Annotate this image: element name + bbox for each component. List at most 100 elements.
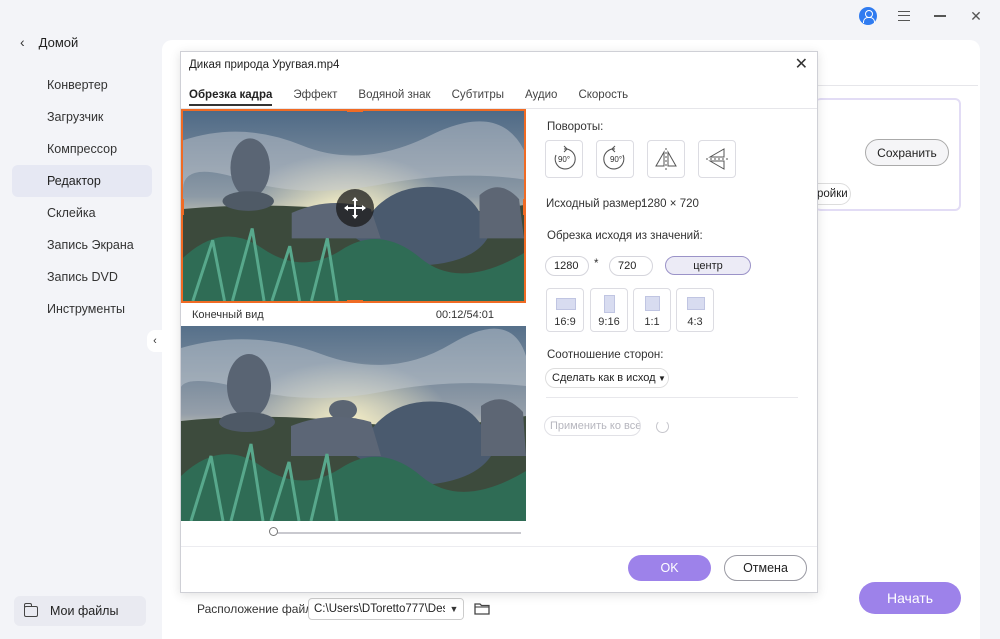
flip-vertical-icon [706,148,728,170]
ratio-shape [687,297,705,310]
dialog-close-button[interactable]: ✕ [795,57,808,73]
background-settings-button[interactable]: ройки [815,183,851,205]
my-files-label: Мои файлы [50,604,119,618]
start-button[interactable]: Начать [859,582,961,614]
tab-audio[interactable]: Аудио [525,89,557,106]
menu-icon [898,11,910,21]
home-label: Домой [38,34,79,50]
sidebar-item-tools[interactable]: Инструменты [12,293,152,325]
close-window-button[interactable]: ✕ [966,6,986,26]
apply-to-all-label: Применить ко всем [550,420,641,432]
ratio-1-1-button[interactable]: 1:1 [633,288,671,332]
tab-subtitles[interactable]: Субтитры [452,89,504,106]
my-files-button[interactable]: Мои файлы [14,596,146,626]
chevron-left-icon: ‹ [20,34,25,50]
times-sign: * [594,258,599,270]
ratio-shape [556,298,576,310]
sidebar-nav: Конвертер Загрузчик Компрессор Редактор … [12,69,152,325]
source-size-label: Исходный размер: [546,198,645,210]
tab-speed[interactable]: Скорость [578,89,628,106]
minimize-icon [934,15,946,17]
background-save-button[interactable]: Сохранить [865,139,949,166]
rotate-left-button[interactable]: 90° [596,140,634,178]
rotate-right-button[interactable]: 90° [545,140,583,178]
rotate-left-text: 90° [610,155,622,164]
ratio-label: 1:1 [644,316,660,328]
reset-icon [656,420,669,433]
source-size-value: 1280 × 720 [641,198,699,210]
cancel-button[interactable]: Отмена [724,555,807,581]
crop-dialog: Дикая природа Уругвая.mp4 ✕ Обрезка кадр… [180,51,818,593]
window-controls: ✕ [858,6,986,26]
crop-handle-top[interactable] [347,111,363,112]
timeline-track[interactable] [273,532,521,534]
ratio-label: 9:16 [598,316,620,328]
final-view-label: Конечный вид [192,309,264,321]
final-view-bar: Конечный вид 00:12/54:01 [181,304,526,326]
aspect-ratio-label: Соотношение сторон: [547,349,664,361]
dialog-tabs: Обрезка кадра Эффект Водяной знак Субтит… [189,89,649,106]
flip-vertical-button[interactable] [698,140,736,178]
divider [546,397,798,398]
crop-preview[interactable] [181,109,526,303]
chevron-left-icon: ‹ [153,335,157,347]
home-button[interactable]: ‹ Домой [20,34,78,50]
ratio-shape [645,296,660,311]
rotations-label: Повороты: [547,121,604,133]
timeline-scrubber[interactable] [181,521,526,545]
tab-effect[interactable]: Эффект [293,89,337,106]
flip-horizontal-button[interactable] [647,140,685,178]
crop-height-value: 720 [618,260,637,272]
video-frame-image [181,326,526,521]
close-icon: ✕ [794,56,808,73]
crop-handle-left[interactable] [183,199,184,215]
aspect-ratio-value: Сделать как в исходном [552,372,669,384]
sidebar-item-dvd-burner[interactable]: Запись DVD [12,261,152,293]
timeline-knob[interactable] [269,527,278,536]
file-path-value: C:\Users\DToretto777\Desktop [314,603,464,615]
dialog-title: Дикая природа Уругвая.mp4 [189,59,340,71]
folder-open-icon [474,603,490,615]
file-location-label: Расположение файла: [197,602,323,616]
sidebar-item-screen-recorder[interactable]: Запись Экрана [12,229,152,261]
ratio-shape [604,295,615,313]
open-folder-button[interactable] [474,602,490,618]
folder-icon [24,602,38,617]
tab-watermark[interactable]: Водяной знак [358,89,430,106]
final-preview [181,326,526,521]
sidebar-item-editor[interactable]: Редактор [12,165,152,197]
account-button[interactable] [858,6,878,26]
crop-handle-bottom[interactable] [347,300,363,301]
user-icon [859,7,877,25]
center-button[interactable]: центр [665,256,751,275]
crop-width-value: 1280 [554,260,579,272]
sidebar-item-downloader[interactable]: Загрузчик [12,101,152,133]
ratio-4-3-button[interactable]: 4:3 [676,288,714,332]
move-crop-handle[interactable] [336,189,374,227]
close-icon: ✕ [970,7,982,24]
timecode: 00:12/54:01 [435,309,494,321]
menu-button[interactable] [894,6,914,26]
crop-width-input[interactable]: 1280 [545,256,589,276]
chevron-down-icon: ▼ [656,369,668,387]
chevron-down-icon: ▼ [445,599,463,619]
rotate-right-text: 90° [558,155,570,164]
tab-crop[interactable]: Обрезка кадра [189,89,273,106]
ratio-9-16-button[interactable]: 9:16 [590,288,628,332]
sidebar-item-merger[interactable]: Склейка [12,197,152,229]
flip-horizontal-icon [655,148,677,170]
ratio-label: 16:9 [554,316,576,328]
sidebar-item-compressor[interactable]: Компрессор [12,133,152,165]
crop-values-label: Обрезка исходя из значений: [547,230,703,242]
aspect-ratio-select[interactable]: Сделать как в исходном ▼ [545,368,669,388]
sidebar: ‹ Домой Конвертер Загрузчик Компрессор Р… [0,0,160,639]
apply-to-all-button: Применить ко всем [544,416,641,436]
file-path-select[interactable]: C:\Users\DToretto777\Desktop ▼ [308,598,464,620]
ok-button[interactable]: OK [628,555,711,581]
collapse-sidebar-button[interactable]: ‹ [147,330,163,352]
ratio-16-9-button[interactable]: 16:9 [546,288,584,332]
crop-height-input[interactable]: 720 [609,256,653,276]
sidebar-item-converter[interactable]: Конвертер [12,69,152,101]
move-icon [344,197,366,219]
minimize-button[interactable] [930,6,950,26]
